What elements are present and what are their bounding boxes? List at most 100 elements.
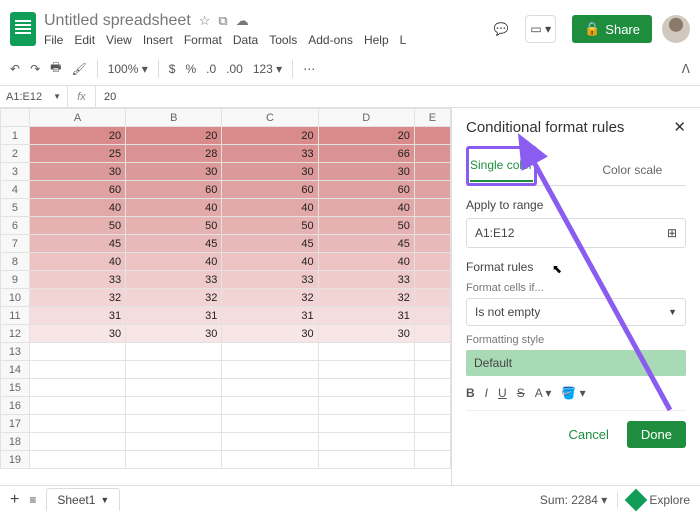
cell[interactable] bbox=[414, 343, 450, 361]
cell[interactable]: 32 bbox=[222, 289, 318, 307]
cell[interactable] bbox=[318, 451, 414, 469]
cell[interactable]: 50 bbox=[29, 217, 125, 235]
zoom-select[interactable]: 100% ▾ bbox=[108, 62, 148, 76]
fill-color-icon[interactable]: 🪣 ▾ bbox=[561, 386, 585, 400]
cell[interactable] bbox=[414, 235, 450, 253]
cell[interactable]: 60 bbox=[318, 181, 414, 199]
cell[interactable]: 50 bbox=[318, 217, 414, 235]
cell[interactable]: 50 bbox=[222, 217, 318, 235]
row-header[interactable]: 3 bbox=[1, 163, 30, 181]
underline-icon[interactable]: U bbox=[498, 386, 507, 400]
cell[interactable] bbox=[414, 433, 450, 451]
tab-color-scale[interactable]: Color scale bbox=[579, 155, 686, 185]
cell[interactable] bbox=[414, 253, 450, 271]
cell[interactable]: 45 bbox=[29, 235, 125, 253]
paint-format-icon[interactable]: 🖌 bbox=[71, 62, 86, 76]
cell[interactable] bbox=[222, 397, 318, 415]
cell[interactable]: 32 bbox=[29, 289, 125, 307]
cell[interactable] bbox=[318, 415, 414, 433]
cell[interactable]: 30 bbox=[318, 163, 414, 181]
menu-data[interactable]: Data bbox=[233, 33, 258, 47]
percent-icon[interactable]: % bbox=[185, 62, 196, 76]
spreadsheet-grid[interactable]: ABCDE12020202022528336633030303046060606… bbox=[0, 108, 451, 485]
row-header[interactable]: 9 bbox=[1, 271, 30, 289]
row-header[interactable]: 5 bbox=[1, 199, 30, 217]
currency-icon[interactable]: $ bbox=[169, 62, 176, 76]
cell[interactable]: 31 bbox=[126, 307, 222, 325]
star-icon[interactable]: ☆ bbox=[199, 13, 211, 29]
text-color-icon[interactable]: A ▾ bbox=[535, 386, 552, 400]
row-header[interactable]: 7 bbox=[1, 235, 30, 253]
condition-select[interactable]: Is not empty▼ bbox=[466, 298, 686, 326]
cell[interactable]: 30 bbox=[222, 163, 318, 181]
cell[interactable] bbox=[222, 379, 318, 397]
menu-insert[interactable]: Insert bbox=[143, 33, 173, 47]
menu-add-ons[interactable]: Add-ons bbox=[308, 33, 353, 47]
cell[interactable]: 60 bbox=[126, 181, 222, 199]
cell[interactable]: 31 bbox=[29, 307, 125, 325]
cancel-button[interactable]: Cancel bbox=[558, 421, 618, 448]
share-button[interactable]: 🔒Share bbox=[572, 15, 652, 43]
cell[interactable]: 60 bbox=[29, 181, 125, 199]
strikethrough-icon[interactable]: S bbox=[517, 386, 525, 400]
explore-button[interactable]: Explore bbox=[617, 492, 690, 508]
cell[interactable]: 28 bbox=[126, 145, 222, 163]
more-icon[interactable]: ⋯ bbox=[303, 62, 315, 76]
cell[interactable] bbox=[222, 433, 318, 451]
cell[interactable] bbox=[414, 199, 450, 217]
cell[interactable]: 25 bbox=[29, 145, 125, 163]
row-header[interactable]: 1 bbox=[1, 127, 30, 145]
grid-select-icon[interactable]: ⊞ bbox=[667, 226, 677, 240]
doc-title[interactable]: Untitled spreadsheet bbox=[44, 12, 191, 30]
menu-tools[interactable]: Tools bbox=[269, 33, 297, 47]
row-header[interactable]: 13 bbox=[1, 343, 30, 361]
collapse-toolbar-icon[interactable]: ᐱ bbox=[682, 62, 690, 76]
cell[interactable] bbox=[318, 433, 414, 451]
cell[interactable] bbox=[318, 361, 414, 379]
cell[interactable]: 20 bbox=[29, 127, 125, 145]
cell[interactable]: 33 bbox=[222, 145, 318, 163]
row-header[interactable]: 10 bbox=[1, 289, 30, 307]
cell[interactable]: 60 bbox=[222, 181, 318, 199]
cell[interactable]: 66 bbox=[318, 145, 414, 163]
row-header[interactable]: 11 bbox=[1, 307, 30, 325]
cell[interactable] bbox=[414, 217, 450, 235]
redo-icon[interactable]: ↷ bbox=[30, 62, 40, 76]
row-header[interactable]: 17 bbox=[1, 415, 30, 433]
cloud-icon[interactable]: ☁ bbox=[236, 13, 249, 29]
present-dropdown[interactable]: ▭ ▾ bbox=[525, 15, 556, 43]
row-header[interactable]: 8 bbox=[1, 253, 30, 271]
cell[interactable]: 45 bbox=[222, 235, 318, 253]
col-header-B[interactable]: B bbox=[126, 109, 222, 127]
sheet-tab[interactable]: Sheet1▼ bbox=[46, 488, 120, 511]
cell[interactable] bbox=[29, 343, 125, 361]
row-header[interactable]: 2 bbox=[1, 145, 30, 163]
cell[interactable]: 45 bbox=[126, 235, 222, 253]
cell[interactable]: 20 bbox=[126, 127, 222, 145]
range-input[interactable]: A1:E12 ⊞ bbox=[466, 218, 686, 248]
cell[interactable] bbox=[126, 397, 222, 415]
corner-cell[interactable] bbox=[1, 109, 30, 127]
bold-icon[interactable]: B bbox=[466, 386, 475, 400]
cell[interactable] bbox=[414, 397, 450, 415]
cell[interactable]: 40 bbox=[126, 253, 222, 271]
cell[interactable] bbox=[126, 415, 222, 433]
menu-edit[interactable]: Edit bbox=[74, 33, 95, 47]
cell[interactable]: 40 bbox=[29, 253, 125, 271]
cell[interactable] bbox=[414, 451, 450, 469]
row-header[interactable]: 19 bbox=[1, 451, 30, 469]
col-header-D[interactable]: D bbox=[318, 109, 414, 127]
cell[interactable]: 30 bbox=[222, 325, 318, 343]
account-avatar[interactable] bbox=[662, 15, 690, 43]
row-header[interactable]: 4 bbox=[1, 181, 30, 199]
cell[interactable]: 33 bbox=[222, 271, 318, 289]
cell[interactable] bbox=[222, 451, 318, 469]
formula-bar[interactable]: 20 bbox=[96, 91, 124, 103]
cell[interactable] bbox=[126, 451, 222, 469]
row-header[interactable]: 15 bbox=[1, 379, 30, 397]
decrease-decimal-icon[interactable]: .0 bbox=[206, 62, 216, 76]
cell[interactable] bbox=[126, 379, 222, 397]
cell[interactable] bbox=[29, 451, 125, 469]
menu-view[interactable]: View bbox=[106, 33, 132, 47]
cell[interactable] bbox=[29, 415, 125, 433]
